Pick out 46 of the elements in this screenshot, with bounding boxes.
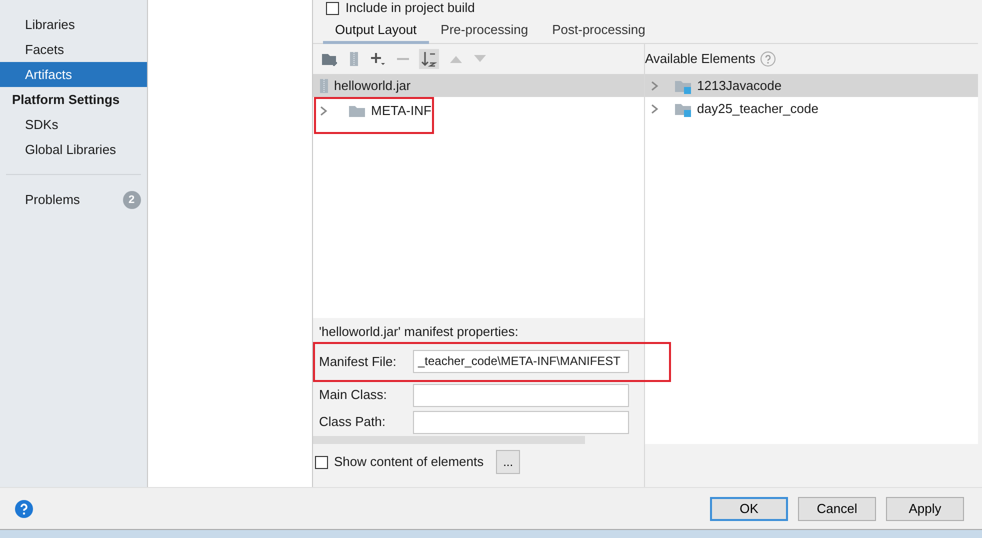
count-badge: 2 [122,190,140,208]
tree-label: helloworld.jar [334,76,411,95]
checkbox-label: Include in project build [346,0,475,18]
tree-label: META-INF [371,102,432,120]
tree-label: 1213Javacode [697,76,782,95]
dialog-button[interactable]: OK [710,496,788,520]
dialog-button[interactable]: Cancel [798,496,876,520]
archive-icon [349,51,359,67]
tree-row[interactable]: day25_teacher_code [645,97,978,120]
section-title: 'helloworld.jar' manifest properties: [319,323,520,341]
sidebar-item-label: Problems [25,191,80,209]
sort-icon [419,49,439,69]
sidebar-item[interactable]: Libraries [0,12,147,37]
input-field[interactable]: _teacher_code\META-INF\MANIFEST [413,350,629,373]
tab[interactable]: Post-processing [540,16,658,44]
move-down-icon [473,54,487,64]
tree-label: day25_teacher_code [697,100,818,118]
tree-row[interactable]: 1213Javacode [645,74,978,97]
tree-row[interactable]: META-INF [316,99,432,122]
tree-row[interactable]: helloworld.jar [313,74,644,97]
checkbox[interactable] [315,456,328,468]
sidebar-item[interactable]: Artifacts [0,62,147,87]
input-field[interactable] [413,410,629,434]
tab[interactable]: Output Layout [323,16,429,44]
field-label: Manifest File: [319,352,398,371]
dialog-button[interactable]: Apply [886,496,964,520]
help-icon [15,500,33,518]
help-icon [760,51,776,67]
archive-icon [319,78,329,94]
checkbox-label: Show content of elements [334,453,484,472]
sidebar-item[interactable]: SDKs [0,112,147,137]
tab[interactable]: Pre-processing [428,16,540,44]
sidebar-item[interactable]: Problems 2 [0,187,147,212]
input-field[interactable] [413,384,629,406]
checkbox[interactable] [326,2,339,14]
sidebar-item[interactable]: Global Libraries [0,137,147,162]
panel-title: Available Elements [645,50,756,68]
more-button[interactable]: ... [496,450,520,474]
add-icon [369,51,387,67]
move-up-icon [449,54,463,64]
scrollbar[interactable] [313,436,585,444]
add-folder-icon [321,51,339,67]
section-header: Platform Settings [11,91,121,109]
sidebar-item[interactable]: Facets [0,37,147,62]
field-label: Class Path: [319,413,386,432]
field-label: Main Class: [319,386,388,404]
